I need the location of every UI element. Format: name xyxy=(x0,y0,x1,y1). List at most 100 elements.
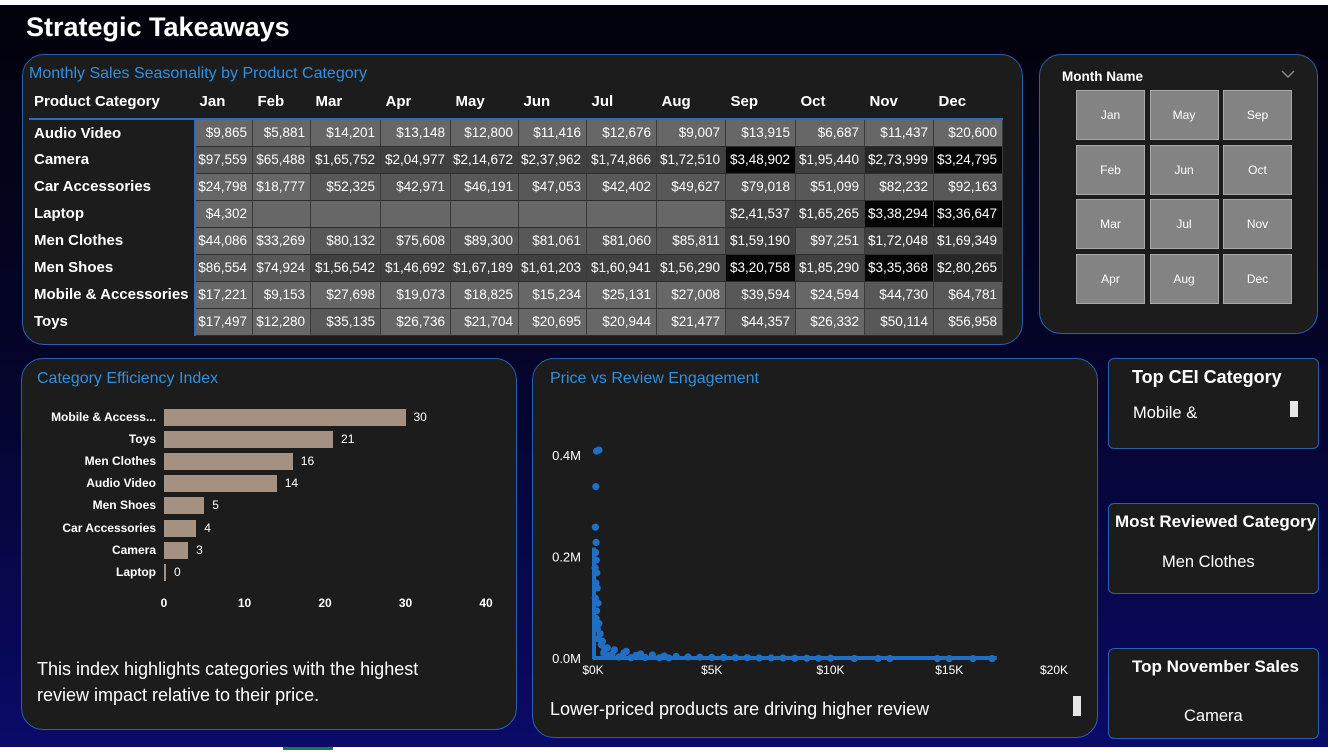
scatter-point[interactable] xyxy=(604,651,613,660)
scatter-point[interactable] xyxy=(767,654,775,662)
scatter-point[interactable] xyxy=(945,654,953,663)
scatter-point[interactable] xyxy=(803,654,811,662)
month-slicer-button[interactable]: Nov xyxy=(1223,199,1292,249)
scatter-point[interactable] xyxy=(591,523,599,531)
cei-bar-value: 21 xyxy=(341,432,355,447)
matrix-cell: $9,153 xyxy=(252,281,312,309)
matrix-row-label: Car Accessories xyxy=(29,173,196,200)
scatter-y-tick: 0.0M xyxy=(552,651,581,666)
matrix-header-month: Jul xyxy=(591,93,614,110)
scatter-point[interactable] xyxy=(696,653,704,661)
scatter-point[interactable] xyxy=(641,653,649,662)
scatter-point[interactable] xyxy=(665,654,673,662)
cei-bar[interactable] xyxy=(164,409,406,426)
scatter-caption: Lower-priced products are driving higher… xyxy=(550,699,930,719)
scatter-x-tick: $20K xyxy=(1040,663,1068,677)
scatter-point[interactable] xyxy=(755,654,763,662)
matrix-cell: $11,416 xyxy=(518,118,588,147)
scatter-point[interactable] xyxy=(648,651,656,659)
cei-bar-value: 14 xyxy=(284,476,299,491)
scatter-point[interactable] xyxy=(592,607,601,615)
cei-bar[interactable] xyxy=(164,519,197,537)
scatter-x-tick: $10K xyxy=(816,663,844,677)
scatter-point[interactable] xyxy=(627,654,635,662)
month-slicer-button[interactable]: Jul xyxy=(1149,199,1219,249)
matrix-cell: $17,497 xyxy=(194,308,254,336)
month-slicer-button[interactable]: Aug xyxy=(1149,253,1219,304)
scatter-point[interactable] xyxy=(594,599,602,607)
scatter-point[interactable] xyxy=(592,548,600,557)
scatter-point[interactable] xyxy=(731,654,740,662)
cei-caption-line1: This index highlights categories with th… xyxy=(37,659,419,679)
matrix-cell: $1,67,189 xyxy=(450,254,520,282)
cei-bar[interactable] xyxy=(164,453,293,471)
matrix-cell: $24,798 xyxy=(194,173,254,201)
matrix-row: Toys $17,497 $12,280 $35,135 $26,736 $21,704 $… xyxy=(29,308,1004,336)
cei-caption-line2: review impact relative to their price. xyxy=(37,685,320,705)
scatter-point[interactable] xyxy=(593,584,601,592)
month-slicer-button[interactable]: May xyxy=(1149,90,1219,140)
matrix-cell: $21,704 xyxy=(450,308,520,336)
scatter-point[interactable] xyxy=(672,652,680,661)
scatter-point[interactable] xyxy=(779,654,787,662)
cei-bar[interactable] xyxy=(164,431,334,449)
matrix-cell: $80,132 xyxy=(310,227,382,255)
month-slicer-button[interactable]: Oct xyxy=(1223,144,1292,195)
cei-bar[interactable] xyxy=(164,541,189,559)
matrix-cell: $75,608 xyxy=(380,227,452,255)
month-slicer-button[interactable]: Sep xyxy=(1223,90,1292,140)
scatter-point[interactable] xyxy=(615,653,623,661)
scatter-point[interactable] xyxy=(815,654,823,662)
scatter-point[interactable] xyxy=(969,654,977,663)
scatter-point[interactable] xyxy=(655,654,664,662)
scatter-point[interactable] xyxy=(684,653,692,661)
month-slicer-button[interactable]: Jan xyxy=(1076,90,1145,140)
scatter-point[interactable] xyxy=(743,654,751,662)
scatter-point[interactable] xyxy=(791,654,799,662)
scatter-point[interactable] xyxy=(988,654,996,663)
scatter-point[interactable] xyxy=(874,654,882,663)
scatter-point[interactable] xyxy=(708,653,716,662)
matrix-cell: $2,80,265 xyxy=(933,254,1004,282)
month-slicer-button[interactable]: Mar xyxy=(1076,199,1145,249)
scatter-point[interactable] xyxy=(593,569,601,577)
matrix-cell: $18,777 xyxy=(252,173,312,201)
matrix-cell xyxy=(310,200,382,228)
cei-panel: Category Efficiency Index Mobile & Acces… xyxy=(21,358,517,730)
scatter-point[interactable] xyxy=(720,653,728,662)
chevron-down-icon[interactable] xyxy=(1281,67,1295,82)
month-slicer-button[interactable]: Feb xyxy=(1076,144,1145,195)
cei-bar-label: Camera xyxy=(111,542,156,557)
cei-x-tick: 0 xyxy=(160,596,168,610)
month-slicer-button[interactable]: Dec xyxy=(1223,253,1292,304)
matrix-cell: $50,114 xyxy=(864,308,935,336)
scatter-point[interactable] xyxy=(592,556,600,564)
month-slicer-button[interactable]: Jun xyxy=(1149,144,1219,195)
scatter-point[interactable] xyxy=(933,654,941,663)
scatter-point[interactable] xyxy=(886,654,894,663)
scatter-caption-scrollbar[interactable] xyxy=(1073,696,1081,716)
matrix-cell: $9,865 xyxy=(194,118,254,147)
scatter-point[interactable] xyxy=(850,654,858,663)
matrix-cell: $1,56,290 xyxy=(656,254,727,282)
cei-bar[interactable] xyxy=(164,497,205,515)
cei-bar[interactable] xyxy=(164,563,166,581)
scatter-point[interactable] xyxy=(826,654,835,662)
page-tab-indicator[interactable] xyxy=(283,747,333,750)
cei-x-tick: 40 xyxy=(479,596,493,610)
scatter-point[interactable] xyxy=(592,483,600,491)
top-november-card-value: Camera xyxy=(1184,707,1243,725)
matrix-row-label: Laptop xyxy=(29,200,196,227)
matrix-row: Laptop $4,302 $2,41,537 $1,65,265 $3,38,294 $… xyxy=(29,200,1004,228)
top-cei-card-scrollbar[interactable] xyxy=(1290,401,1298,417)
matrix-header-month: May xyxy=(455,93,485,110)
matrix-header-month: Oct xyxy=(800,93,826,110)
matrix-cell: $65,488 xyxy=(252,146,312,174)
matrix-cell: $9,007 xyxy=(656,118,727,147)
scatter-point[interactable] xyxy=(592,538,600,546)
matrix-cell: $1,72,048 xyxy=(864,227,935,255)
scatter-point[interactable] xyxy=(595,446,603,454)
matrix-cell: $12,800 xyxy=(450,118,520,147)
cei-bar[interactable] xyxy=(164,475,277,493)
month-slicer-button[interactable]: Apr xyxy=(1076,253,1145,304)
